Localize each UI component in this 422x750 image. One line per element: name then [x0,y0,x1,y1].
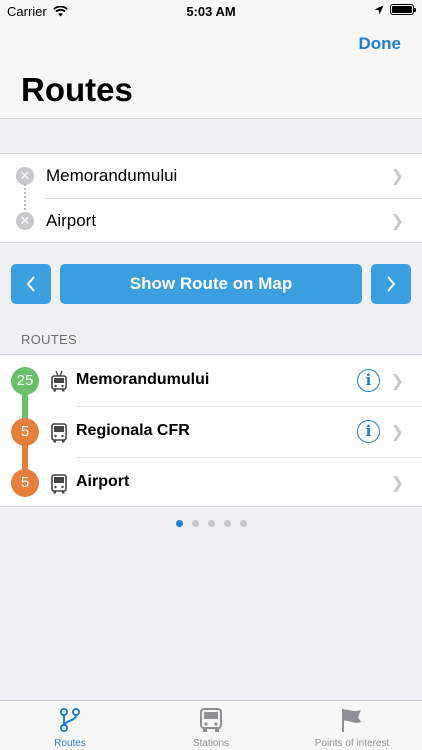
chevron-right-icon: ❯ [390,475,404,492]
line-number-badge: 25 [11,367,39,395]
info-icon[interactable]: i [357,420,380,443]
page-title: Routes [21,71,133,108]
next-route-button[interactable] [371,264,411,304]
tab-points-of-interest[interactable]: Points of interest [282,701,422,750]
page-dot-1[interactable] [175,520,183,527]
status-time: 5:03 AM [186,4,236,19]
route-item[interactable]: 25 Memorandumului i ❯ [0,355,422,406]
bus-icon [51,423,67,443]
chevron-right-icon [387,276,396,292]
done-button[interactable]: Done [359,34,402,54]
route-item[interactable]: 5 Regionala CFR i ❯ [0,406,422,457]
show-route-on-map-button[interactable]: Show Route on Map [60,264,362,304]
page-dot-5[interactable] [239,520,247,527]
location-arrow-icon [374,5,384,14]
tab-label: Stations [192,738,230,749]
status-bar: Carrier 5:03 AM [0,0,422,22]
line-number-badge: 5 [11,469,39,497]
page-indicator[interactable] [0,520,422,527]
routes-list: 25 Memorandumului i ❯ 5 Regionala CFR i … [0,354,422,507]
destination-stop-label: Airport [46,211,97,230]
chevron-right-icon: ❯ [390,424,404,441]
page-dot-3[interactable] [207,520,215,527]
destination-stop-row[interactable]: ✕ Airport ❯ [0,199,422,243]
route-destination-label: Airport [76,473,130,490]
tab-routes[interactable]: Routes [0,701,140,750]
stops-card: ✕ Memorandumului ❯ ✕ Airport ❯ [0,153,422,243]
previous-route-button[interactable] [11,264,51,304]
route-actions: Show Route on Map [11,264,411,304]
info-icon[interactable]: i [357,369,380,392]
chevron-right-icon: ❯ [390,213,404,230]
tab-stations[interactable]: Stations [141,701,281,750]
chevron-right-icon: ❯ [390,168,404,185]
route-item[interactable]: 5 Airport ❯ [0,457,422,508]
route-destination-label: Memorandumului [76,371,210,388]
tab-label: Points of interest [314,738,390,749]
page-dot-2[interactable] [191,520,199,527]
clear-icon[interactable]: ✕ [16,167,34,185]
chevron-right-icon: ❯ [390,373,404,390]
clear-icon[interactable]: ✕ [16,212,34,230]
flag-icon [342,709,361,732]
origin-stop-label: Memorandumului [46,166,178,185]
section-header-routes: ROUTES [21,332,77,347]
tab-bar: Routes Stations Points of interest [0,700,422,750]
line-number-badge: 5 [11,418,39,446]
navigation-bar: Done Routes [0,22,422,119]
bus-icon [200,708,222,732]
status-right [374,4,416,15]
bus-icon [51,474,67,494]
page-dot-4[interactable] [223,520,231,527]
route-icon [60,708,80,732]
route-destination-label: Regionala CFR [76,422,190,439]
tab-label: Routes [54,738,86,749]
origin-stop-row[interactable]: ✕ Memorandumului ❯ [0,154,422,198]
trolleybus-icon [51,370,67,392]
battery-icon [390,4,416,15]
chevron-left-icon [26,276,35,292]
